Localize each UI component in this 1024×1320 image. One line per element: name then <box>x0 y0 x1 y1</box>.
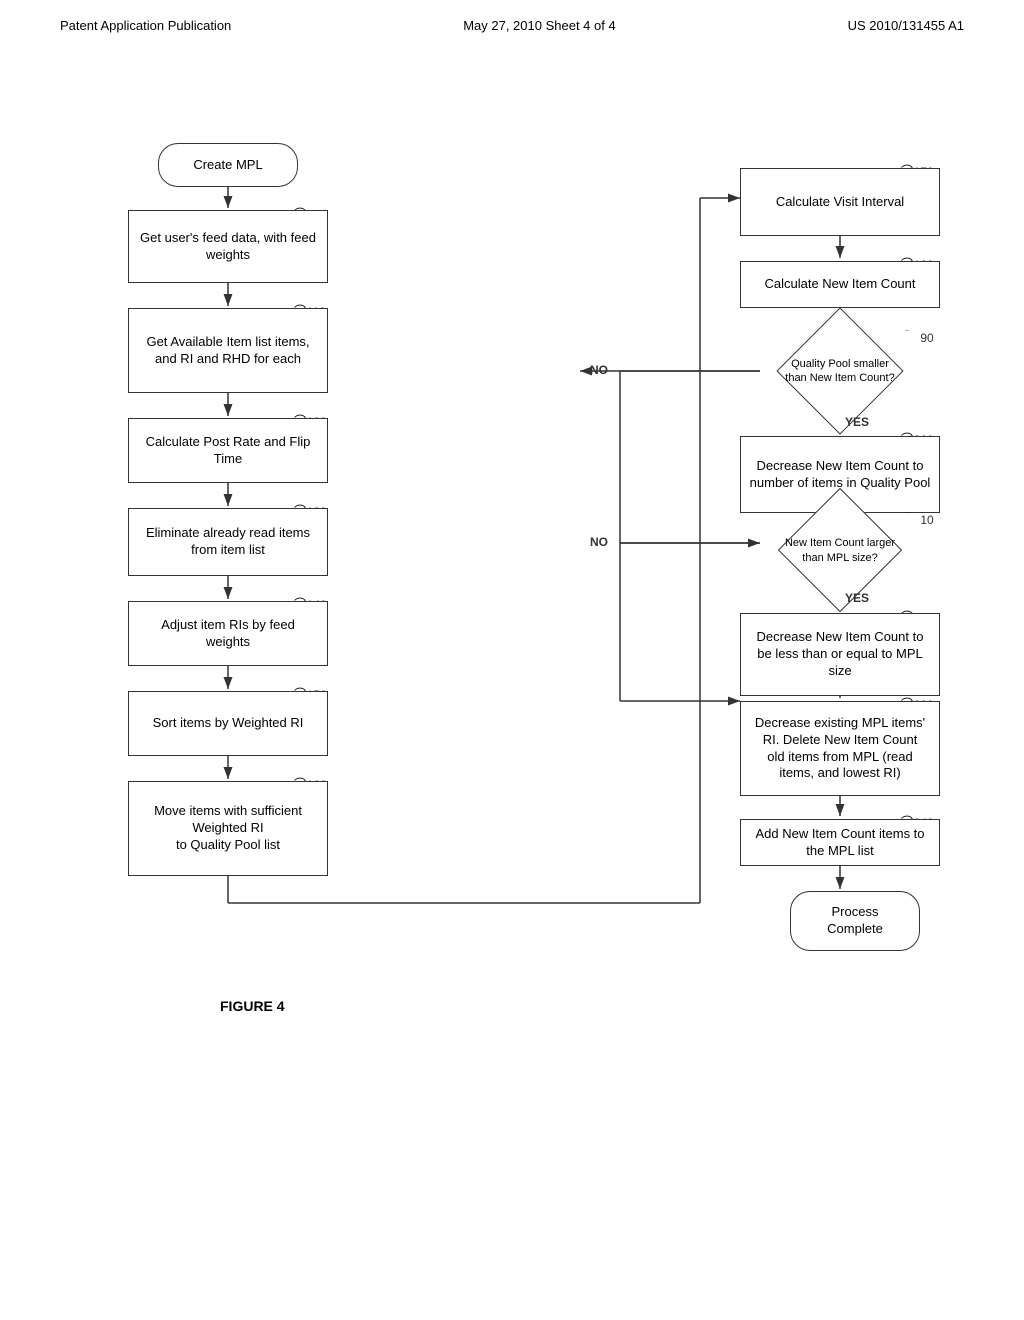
header-left: Patent Application Publication <box>60 18 231 33</box>
create-mpl-label: Create MPL <box>193 157 262 174</box>
page-header: Patent Application Publication May 27, 2… <box>0 0 1024 43</box>
box-4140: Adjust item RIs by feed weights <box>128 601 328 666</box>
label-4190: Quality Pool smaller than New Item Count… <box>785 357 894 386</box>
diamond-4210: New Item Count larger than MPL size? <box>760 513 920 588</box>
create-mpl-box: Create MPL <box>158 143 298 187</box>
box-4170: Calculate Visit Interval <box>740 168 940 236</box>
box-4100: Get user's feed data, with feed weights <box>128 210 328 283</box>
figure-caption: FIGURE 4 <box>220 998 285 1014</box>
box-4230: Decrease existing MPL items' RI. Delete … <box>740 701 940 796</box>
label-4180: Calculate New Item Count <box>764 276 915 293</box>
box-4220: Decrease New Item Count to be less than … <box>740 613 940 696</box>
process-complete-label: Process Complete <box>827 904 883 938</box>
label-4220: Decrease New Item Count to be less than … <box>757 629 924 680</box>
label-4230: Decrease existing MPL items' RI. Delete … <box>755 715 925 783</box>
header-right: US 2010/131455 A1 <box>848 18 964 33</box>
label-4210: New Item Count larger than MPL size? <box>785 536 895 565</box>
box-4120: Calculate Post Rate and Flip Time <box>128 418 328 483</box>
label-4150: Sort items by Weighted RI <box>153 715 304 732</box>
box-4110: Get Available Item list items, and RI an… <box>128 308 328 393</box>
box-4150: Sort items by Weighted RI <box>128 691 328 756</box>
label-4170: Calculate Visit Interval <box>776 194 904 211</box>
no-label-4190: NO <box>590 363 608 377</box>
process-complete-box: Process Complete <box>790 891 920 951</box>
label-4140: Adjust item RIs by feed weights <box>161 617 295 651</box>
diamond-4190: Quality Pool smaller than New Item Count… <box>760 331 920 411</box>
yes-label-4190: YES <box>845 415 869 429</box>
no-label-4210: NO <box>590 535 608 549</box>
yes-label-4210: YES <box>845 591 869 605</box>
header-center: May 27, 2010 Sheet 4 of 4 <box>463 18 616 33</box>
label-4100: Get user's feed data, with feed weights <box>140 230 316 264</box>
label-4130: Eliminate already read items from item l… <box>146 525 310 559</box>
box-4180: Calculate New Item Count <box>740 261 940 308</box>
box-4160: Move items with sufficient Weighted RI t… <box>128 781 328 876</box>
label-4120: Calculate Post Rate and Flip Time <box>146 434 311 468</box>
box-4130: Eliminate already read items from item l… <box>128 508 328 576</box>
diagram-area: Create MPL 4100 ⌒ Get user's feed data, … <box>0 53 1024 1293</box>
label-4200: Decrease New Item Count to number of ite… <box>750 458 931 492</box>
box-4240: Add New Item Count items to the MPL list <box>740 819 940 866</box>
label-4160: Move items with sufficient Weighted RI t… <box>154 803 302 854</box>
label-4240: Add New Item Count items to the MPL list <box>755 826 924 860</box>
label-4110: Get Available Item list items, and RI an… <box>146 334 309 368</box>
